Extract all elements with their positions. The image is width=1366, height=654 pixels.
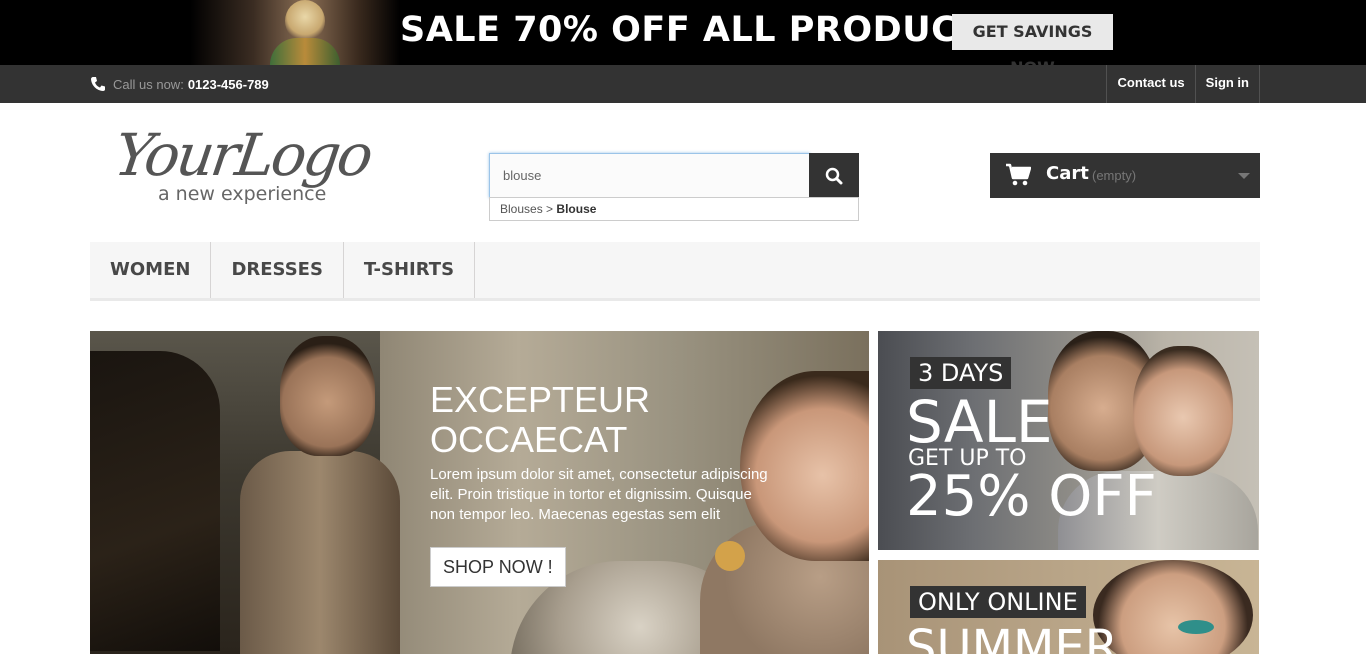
slider-text: Lorem ipsum dolor sit amet, consectetur …: [430, 466, 768, 523]
menu-item-women[interactable]: WOMEN: [90, 242, 212, 298]
summer-banner-tag: ONLY ONLINE: [910, 586, 1086, 618]
cart-label: Cart: [1046, 163, 1089, 184]
summer-banner-title: SUMMER: [906, 620, 1119, 654]
summer-banner[interactable]: ONLY ONLINE SUMMER: [878, 560, 1259, 654]
search-button[interactable]: [809, 153, 859, 198]
main-menu: WOMEN DRESSES T-SHIRTS: [90, 242, 1260, 301]
sale-banner-discount: 25% OFF: [906, 464, 1157, 529]
call-us: Call us now: 0123-456-789: [90, 65, 269, 103]
sale-banner-title: SALE: [906, 388, 1053, 456]
cart-state: (empty): [1092, 168, 1137, 183]
get-savings-button[interactable]: GET SAVINGS NOW: [952, 14, 1113, 65]
promo-headline: SALE 70% OFF ALL PRODUCTS: [400, 10, 1008, 50]
call-label: Call us now:: [113, 76, 184, 92]
slider-title: EXCEPTEUR OCCAECAT: [430, 379, 651, 460]
search-input[interactable]: [489, 153, 810, 198]
sale-banner[interactable]: 3 DAYS SALE GET UP TO 25% OFF: [878, 331, 1259, 550]
search-form: [489, 153, 859, 198]
logo-text: YourLogo: [110, 121, 375, 189]
top-nav-bar: Call us now: 0123-456-789 Contact us Sig…: [0, 65, 1366, 103]
promo-model-image: [190, 0, 400, 65]
slider-photo-orange: [715, 541, 745, 571]
promo-banner[interactable]: SALE 70% OFF ALL PRODUCTS GET SAVINGS NO…: [0, 0, 1366, 65]
sale-banner-tag: 3 DAYS: [910, 357, 1012, 389]
logo-tagline: a new experience: [158, 183, 327, 205]
search-suggestion[interactable]: Blouses > Blouse: [489, 197, 859, 221]
contact-us-link[interactable]: Contact us: [1106, 65, 1194, 103]
search-icon: [825, 167, 843, 184]
menu-item-tshirts[interactable]: T-SHIRTS: [344, 242, 476, 298]
suggestion-category: Blouses: [500, 202, 543, 216]
cart-button[interactable]: Cart (empty): [990, 153, 1260, 198]
chevron-down-icon: [1238, 173, 1250, 179]
shop-now-button[interactable]: SHOP NOW !: [430, 547, 566, 587]
banner-photo-eyeshadow: [1178, 620, 1214, 634]
suggestion-item: Blouse: [556, 202, 597, 216]
banner-photo-woman: [1133, 346, 1233, 476]
sign-in-link[interactable]: Sign in: [1194, 65, 1260, 103]
phone-icon: [91, 77, 105, 91]
phone-number: 0123-456-789: [187, 76, 269, 92]
site-logo[interactable]: YourLogo a new experience: [110, 121, 405, 210]
cart-icon: [1006, 163, 1031, 186]
slider-photo-couple: [90, 331, 400, 654]
suggestion-separator: >: [546, 202, 554, 216]
menu-item-dresses[interactable]: DRESSES: [211, 242, 344, 298]
homepage-slider[interactable]: EXCEPTEUR OCCAECAT Lorem ipsum dolor sit…: [90, 331, 869, 654]
